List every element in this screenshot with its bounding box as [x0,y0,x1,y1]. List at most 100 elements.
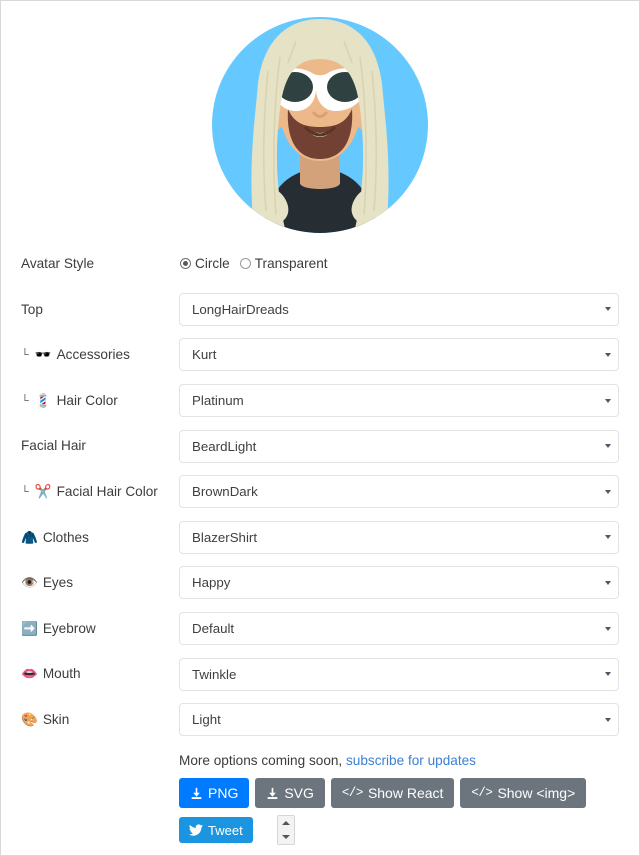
row-mouth: 👄 Mouth Twinkle [1,651,639,697]
select-accessories-value: Kurt [192,347,217,363]
select-top[interactable]: LongHairDreads [179,292,619,326]
chevron-down-icon[interactable] [605,672,611,677]
label-facial-hair-text: Facial Hair [21,438,86,454]
coat-icon: 🧥 [21,529,38,545]
chevron-down-icon[interactable] [605,398,611,403]
code-icon: </> [471,785,493,800]
label-eyes: 👁️ Eyes [1,576,179,590]
row-avatar-style: Avatar Style Circle Transparent [1,241,639,287]
download-svg-label: SVG [284,785,314,801]
download-svg-button[interactable]: SVG [255,778,325,808]
select-clothes[interactable]: BlazerShirt [179,520,619,554]
stepper-down-icon[interactable] [281,835,290,839]
tweet-label: Tweet [208,822,243,838]
select-top-value: LongHairDreads [192,301,289,317]
sunglasses-icon: 🕶️ [34,347,52,363]
select-mouth[interactable]: Twinkle [179,657,619,691]
row-hair-color: └ 💈 Hair Color Platinum [1,378,639,424]
radio-transparent-indicator[interactable] [239,258,251,270]
avatar-illustration [212,17,428,233]
control-mouth: Twinkle [179,657,639,691]
select-accessories[interactable]: Kurt [179,338,619,372]
chevron-down-icon[interactable] [605,307,611,312]
row-accessories: └ 🕶️ Accessories Kurt [1,332,639,378]
select-skin[interactable]: Light [179,703,619,737]
label-avatar-style-text: Avatar Style [21,256,95,271]
avatar-style-radio-group[interactable]: Circle Transparent [179,256,619,271]
show-img-label: Show <img> [497,785,576,801]
label-clothes: 🧥 Clothes [1,529,179,545]
chevron-down-icon[interactable] [605,352,611,357]
show-img-button[interactable]: </> Show <img> [460,778,587,808]
label-accessories: └ 🕶️ Accessories [1,348,179,362]
avatar-style-control: Circle Transparent [179,256,639,271]
twitter-bird-icon [189,824,203,836]
subscribe-link[interactable]: subscribe for updates [346,753,476,768]
control-clothes: BlazerShirt [179,520,639,554]
avatar-options-form: Avatar Style Circle Transparent Top Long… [1,241,639,743]
more-options-note: More options coming soon, subscribe for … [179,753,619,768]
barber-pole-icon: 💈 [34,392,52,408]
label-mouth-text: Mouth [42,666,81,682]
download-png-label: PNG [208,785,239,801]
select-skin-value: Light [192,712,221,728]
stepper-up-icon[interactable] [281,821,290,825]
radio-transparent-label: Transparent [254,256,328,272]
select-facial-hair[interactable]: BeardLight [179,429,619,463]
lips-icon: 👄 [21,666,38,682]
tweet-button[interactable]: Tweet [179,817,253,843]
select-facial-hair-color[interactable]: BrownDark [179,475,619,509]
avatar-preview [1,1,639,241]
label-eyebrow: ➡️ Eyebrow [1,622,179,636]
select-hair-color-value: Platinum [192,393,244,409]
label-eyebrow-text: Eyebrow [42,620,96,636]
row-clothes: 🧥 Clothes BlazerShirt [1,515,639,561]
control-hair-color: Platinum [179,384,639,418]
footer-actions: More options coming soon, subscribe for … [179,753,619,852]
chevron-down-icon[interactable] [605,580,611,585]
control-skin: Light [179,703,639,737]
select-eyes-value: Happy [192,575,231,591]
avatar-generator-page: Avatar Style Circle Transparent Top Long… [1,1,639,855]
indent-marker-hair-color: └ [21,395,29,408]
eye-icon: 👁️ [21,575,38,591]
code-icon: </> [341,785,364,800]
more-options-text: More options coming soon, [179,753,343,768]
row-eyes: 👁️ Eyes Happy [1,560,639,606]
number-stepper[interactable] [276,815,295,845]
label-clothes-text: Clothes [42,529,89,545]
chevron-down-icon[interactable] [605,489,611,494]
row-facial-hair-color: └ ✂️ Facial Hair Color BrownDark [1,469,639,515]
select-eyebrow[interactable]: Default [179,612,619,646]
label-skin-text: Skin [42,711,70,727]
control-facial-hair-color: BrownDark [179,475,639,509]
radio-circle-indicator[interactable] [180,258,191,270]
radio-circle-label: Circle [195,256,230,272]
select-facial-hair-value: BeardLight [192,438,257,454]
radio-transparent[interactable]: Transparent [239,256,328,272]
select-mouth-value: Twinkle [192,666,237,682]
show-react-button[interactable]: </> Show React [330,778,455,808]
label-hair-color-text: Hair Color [56,392,118,408]
select-hair-color[interactable]: Platinum [179,384,619,418]
download-png-button[interactable]: PNG [179,778,250,808]
indent-marker-accessories: └ [21,349,29,362]
label-facial-hair-color: └ ✂️ Facial Hair Color [1,485,179,499]
chevron-down-icon[interactable] [605,535,611,540]
label-accessories-text: Accessories [56,347,130,363]
radio-circle[interactable]: Circle [180,256,230,271]
chevron-down-icon[interactable] [605,444,611,449]
scissors-icon: ✂️ [34,484,52,500]
chevron-down-icon[interactable] [605,626,611,631]
control-eyebrow: Default [179,612,639,646]
label-top-text: Top [21,301,43,317]
label-mouth: 👄 Mouth [1,667,179,681]
label-facial-hair: Facial Hair [1,439,179,453]
download-icon [190,787,203,800]
label-skin: 🎨 Skin [1,713,179,727]
row-skin: 🎨 Skin Light [1,697,639,743]
label-eyes-text: Eyes [42,575,74,591]
select-eyes[interactable]: Happy [179,566,619,600]
select-facial-hair-color-value: BrownDark [192,484,258,500]
chevron-down-icon[interactable] [605,717,611,722]
